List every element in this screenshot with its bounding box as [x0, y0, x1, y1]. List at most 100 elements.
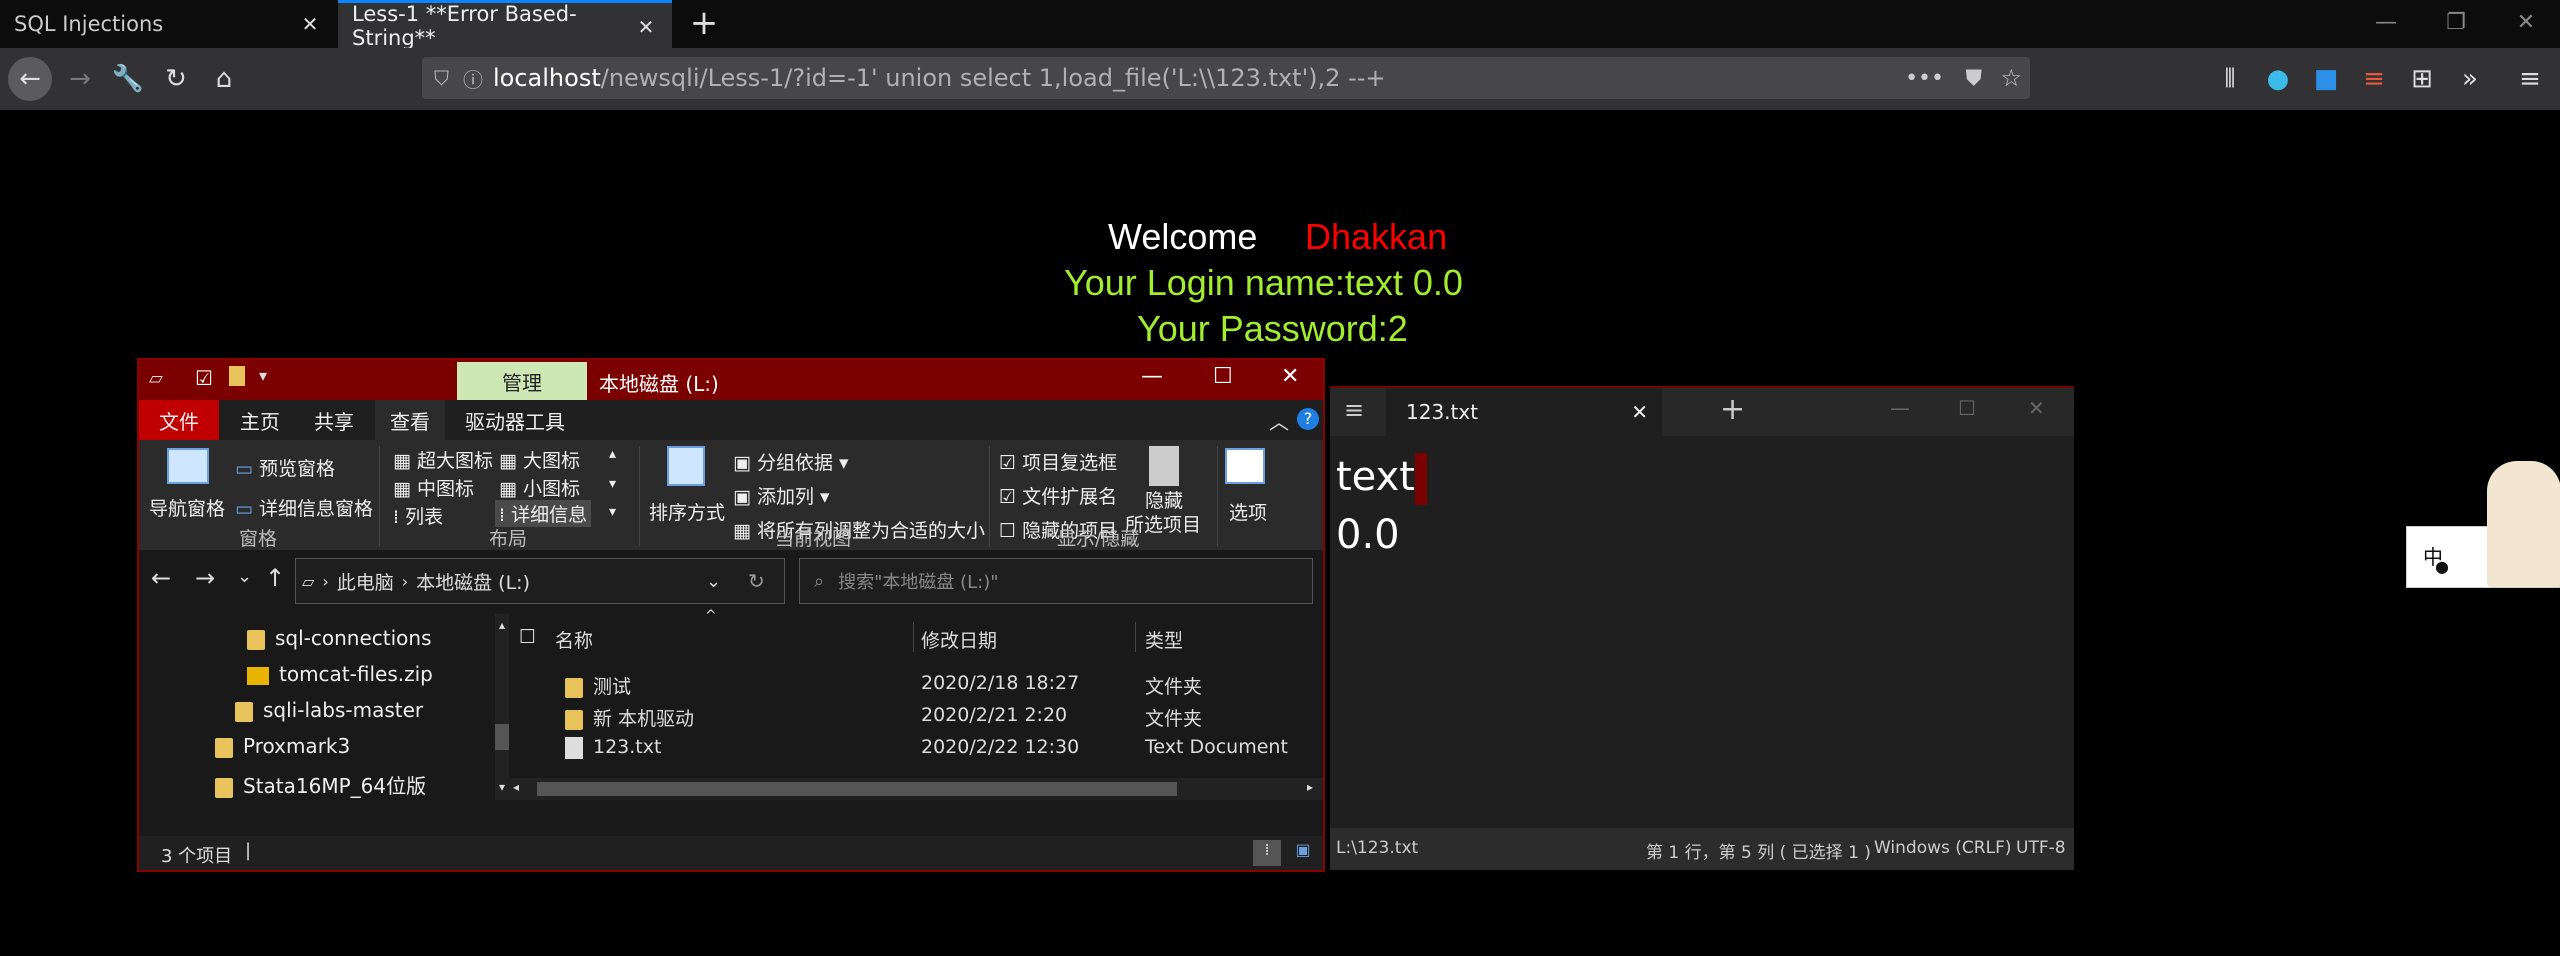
nav-item[interactable]: tomcat-files.zip — [247, 662, 433, 686]
url-bar[interactable]: ⛉ ⓘ localhost/newsqli/Less-1/?id=-1' uni… — [422, 57, 2030, 99]
extension-toggle[interactable]: ☑ 文件扩展名 — [999, 482, 1117, 509]
nav-scrollbar[interactable]: ▴ ▾ — [495, 614, 509, 800]
help-icon[interactable]: ? — [1297, 408, 1319, 430]
scroll-right-icon[interactable]: ▸ — [1307, 780, 1313, 794]
details-option[interactable]: ⁞ 详细信息 — [495, 500, 592, 527]
extension-icon[interactable]: ■ — [2306, 59, 2346, 99]
window-close-icon[interactable]: ✕ — [2028, 396, 2045, 420]
column-header-name[interactable]: 名称 — [555, 626, 593, 653]
extension-icon[interactable]: ● — [2258, 59, 2298, 99]
column-header-date[interactable]: 修改日期 — [921, 626, 997, 653]
list-option[interactable]: ⁞ 列表 — [393, 502, 443, 529]
close-icon[interactable]: ✕ — [298, 12, 322, 36]
tab-sql-injections[interactable]: SQL Injections ✕ — [0, 0, 336, 48]
wrench-icon[interactable]: 🔧 — [108, 59, 148, 99]
back-icon[interactable]: ← — [8, 57, 52, 101]
minimize-icon[interactable]: — — [1890, 396, 1910, 420]
scroll-thumb[interactable] — [537, 782, 1177, 796]
tab-home[interactable]: 主页 — [225, 400, 295, 440]
reload-icon[interactable]: ↻ — [156, 59, 196, 99]
expand-icon[interactable]: ▾ — [609, 504, 616, 520]
ime-widget[interactable]: 中 ● — [2406, 461, 2560, 588]
chevron-down-icon[interactable]: ⌄ — [237, 566, 252, 587]
nav-item[interactable]: Proxmark3 — [215, 734, 350, 758]
sort-button[interactable]: 排序方式 — [649, 498, 725, 525]
table-row[interactable]: 123.txt 2020/2/22 12:30 Text Document — [509, 734, 1323, 764]
nav-item[interactable]: sql-connections — [247, 626, 432, 650]
close-icon[interactable]: ✕ — [634, 15, 658, 39]
window-close-icon[interactable]: ✕ — [1281, 364, 1299, 389]
new-tab-button[interactable]: + — [1720, 392, 1745, 427]
options-button[interactable]: 选项 — [1229, 498, 1267, 525]
xl-icons-option[interactable]: ▦ 超大图标 — [393, 446, 493, 473]
address-bar[interactable]: ▱ › 此电脑 › 本地磁盘 (L:) ⌄ ↻ — [295, 558, 785, 604]
minimize-icon[interactable]: — — [1141, 364, 1163, 389]
fit-columns-button[interactable]: ▦ 将所有列调整为合适的大小 — [733, 516, 985, 543]
add-column-button[interactable]: ▣ 添加列 ▾ — [733, 482, 830, 509]
close-icon[interactable]: ✕ — [1631, 400, 1648, 424]
star-icon[interactable]: ☆ — [2000, 64, 2022, 92]
text-editor[interactable]: text 0.0 — [1336, 448, 1427, 564]
library-icon[interactable]: ⫴ — [2210, 59, 2250, 99]
tab-share[interactable]: 共享 — [299, 400, 369, 440]
horizontal-scrollbar[interactable]: ◂ ▸ — [509, 778, 1323, 800]
scroll-thumb[interactable] — [495, 724, 509, 750]
s-icons-option[interactable]: ▦ 小图标 — [499, 474, 580, 501]
group-by-button[interactable]: ▣ 分组依据 ▾ — [733, 448, 849, 475]
folder-icon[interactable] — [229, 366, 245, 386]
tab-view[interactable]: 查看 — [375, 400, 445, 440]
checkbox-icon[interactable]: ☑ — [195, 366, 213, 390]
column-header-type[interactable]: 类型 — [1145, 626, 1183, 653]
sort-icon[interactable] — [667, 446, 705, 486]
more-icon[interactable]: ••• — [1905, 66, 1944, 91]
select-all-checkbox[interactable]: ☐ — [519, 626, 536, 648]
tab-file[interactable]: 文件 — [139, 400, 219, 440]
pocket-icon[interactable]: ⛊ — [1965, 66, 1982, 91]
table-row[interactable]: 测试 2020/2/18 18:27 文件夹 — [509, 670, 1323, 700]
nav-pane-button[interactable]: 导航窗格 — [149, 494, 225, 521]
tab-less-1[interactable]: Less-1 **Error Based- String** ✕ — [338, 0, 672, 50]
forward-icon[interactable]: → — [195, 564, 215, 592]
breadcrumb-item[interactable]: 本地磁盘 (L:) — [416, 568, 530, 595]
chevron-down-icon[interactable]: ▾ — [259, 366, 267, 385]
options-icon[interactable] — [1225, 448, 1265, 484]
menu-icon[interactable]: ≡ — [2510, 59, 2550, 99]
preview-pane-button[interactable]: ▭ 预览窗格 — [235, 454, 335, 481]
hide-icon[interactable] — [1149, 446, 1179, 486]
back-icon[interactable]: ← — [151, 564, 171, 592]
menu-icon[interactable]: ≡ — [1344, 396, 1364, 424]
item-checkbox-toggle[interactable]: ☑ 项目复选框 — [999, 448, 1117, 475]
new-tab-button[interactable]: + — [686, 6, 722, 42]
nav-item[interactable]: Stata16MP_64位版 — [215, 770, 426, 799]
large-icons-view-icon[interactable]: ▣ — [1289, 840, 1317, 866]
minimize-icon[interactable]: — — [2366, 10, 2406, 35]
restore-icon[interactable]: ❐ — [2436, 10, 2476, 35]
chevron-down-icon[interactable]: ⌄ — [706, 571, 721, 592]
shield-icon[interactable]: ⛉ — [434, 66, 449, 90]
notepad-tab[interactable]: 123.txt ✕ — [1386, 388, 1662, 436]
info-icon[interactable]: ⓘ — [463, 64, 483, 93]
breadcrumb-item[interactable]: 此电脑 — [337, 568, 394, 595]
encoding[interactable]: UTF-8 — [2016, 838, 2066, 858]
scroll-up-icon[interactable]: ▴ — [609, 446, 616, 462]
manage-tab[interactable]: 管理 — [457, 362, 587, 400]
maximize-icon[interactable]: ☐ — [1958, 396, 1976, 420]
url-text[interactable]: localhost/newsqli/Less-1/?id=-1' union s… — [493, 64, 1386, 92]
line-ending[interactable]: Windows (CRLF) — [1874, 838, 2012, 858]
extension-icon[interactable]: ≡ — [2354, 59, 2394, 99]
scroll-left-icon[interactable]: ◂ — [513, 780, 519, 794]
scroll-up-icon[interactable]: ▴ — [495, 618, 509, 632]
overflow-icon[interactable]: » — [2450, 59, 2490, 99]
extension-icon[interactable]: ⊞ — [2402, 59, 2442, 99]
forward-icon[interactable]: → — [60, 59, 100, 99]
refresh-icon[interactable]: ↻ — [748, 569, 765, 593]
m-icons-option[interactable]: ▦ 中图标 — [393, 474, 474, 501]
l-icons-option[interactable]: ▦ 大图标 — [499, 446, 580, 473]
search-input[interactable]: ⌕ 搜索"本地磁盘 (L:)" — [799, 558, 1313, 604]
scroll-down-icon[interactable]: ▾ — [495, 780, 509, 794]
details-pane-button[interactable]: ▭ 详细信息窗格 — [235, 494, 373, 521]
window-close-icon[interactable]: ✕ — [2506, 10, 2546, 35]
maximize-icon[interactable]: ☐ — [1213, 364, 1233, 389]
nav-item[interactable]: sqli-labs-master — [235, 698, 423, 722]
home-icon[interactable]: ⌂ — [204, 59, 244, 99]
